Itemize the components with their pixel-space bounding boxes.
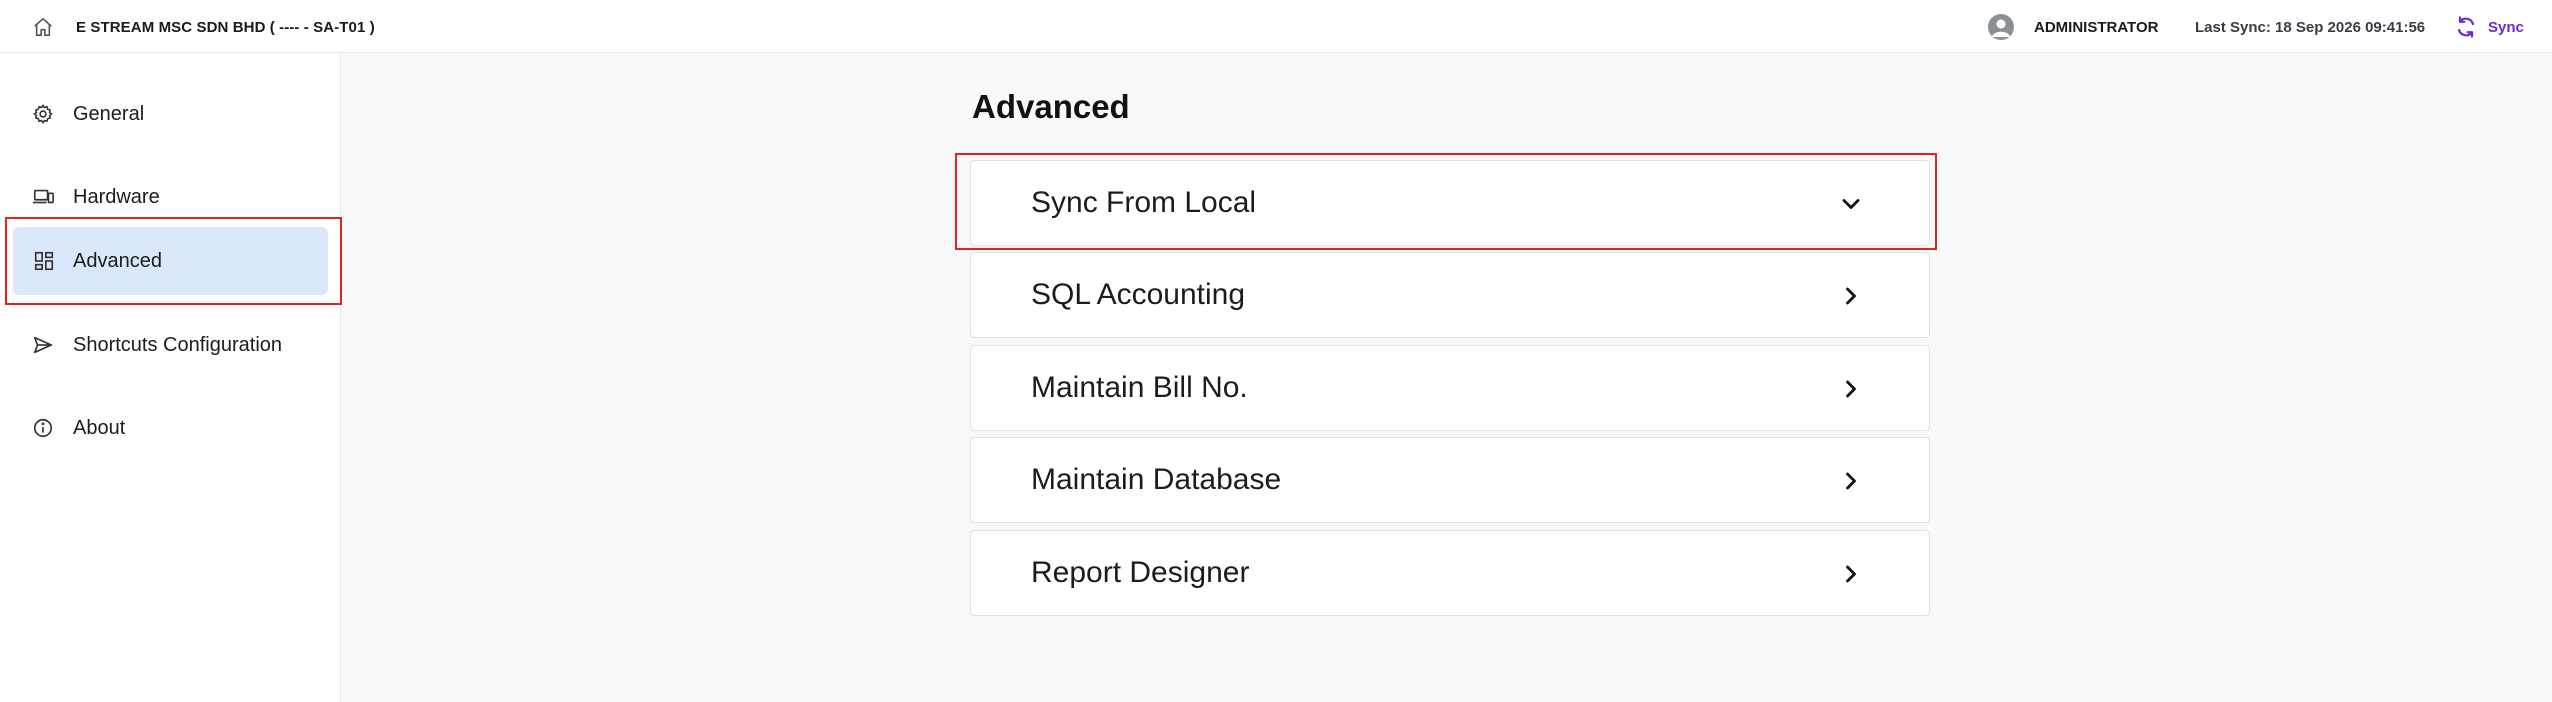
username[interactable]: ADMINISTRATOR xyxy=(2034,19,2158,36)
sidebar-item-label: General xyxy=(73,102,145,125)
section-maintain-database[interactable]: Maintain Database xyxy=(970,437,1930,523)
sidebar-item-label: About xyxy=(73,416,126,439)
section-label: SQL Accounting xyxy=(1031,278,1246,311)
section-label: Maintain Bill No. xyxy=(1031,371,1248,404)
chevron-right-icon xyxy=(1846,565,1856,583)
sidebar-item-shortcuts-configuration[interactable]: Shortcuts Configuration xyxy=(12,311,328,379)
section-report-designer[interactable]: Report Designer xyxy=(970,530,1930,616)
chevron-right-icon xyxy=(1846,380,1856,398)
chevron-right-icon xyxy=(1846,472,1856,490)
user-avatar-icon[interactable] xyxy=(1988,14,2014,40)
sidebar-item-label: Shortcuts Configuration xyxy=(73,333,283,356)
sync-icon xyxy=(2457,16,2475,38)
info-icon xyxy=(32,417,54,439)
sidebar-item-general[interactable]: General xyxy=(12,80,328,148)
sidebar-item-hardware[interactable]: Hardware xyxy=(12,163,328,231)
section-maintain-bill-no[interactable]: Maintain Bill No. xyxy=(970,345,1930,431)
sync-button[interactable]: Sync xyxy=(2454,13,2524,41)
gear-icon xyxy=(32,103,54,125)
sidebar-item-about[interactable]: About xyxy=(12,394,328,462)
chevron-right-icon xyxy=(1846,287,1856,305)
sidebar: General Hardware Advanced Shortcuts Conf… xyxy=(0,53,341,702)
section-sync-from-local[interactable]: Sync From Local xyxy=(970,160,1930,246)
home-icon[interactable] xyxy=(32,17,54,37)
dashboard-grid-icon xyxy=(33,250,55,272)
company-name: E STREAM MSC SDN BHD ( ---- - SA-T01 ) xyxy=(76,19,375,36)
section-label: Report Designer xyxy=(1031,556,1250,589)
send-icon xyxy=(32,334,54,356)
sidebar-item-advanced[interactable]: Advanced xyxy=(13,227,328,295)
top-bar: E STREAM MSC SDN BHD ( ---- - SA-T01 ) A… xyxy=(0,0,2552,53)
chevron-down-icon xyxy=(1842,199,1860,209)
devices-icon xyxy=(32,186,54,208)
section-label: Sync From Local xyxy=(1031,186,1257,219)
last-sync-status: Last Sync: 18 Sep 2026 09:41:56 xyxy=(2195,19,2426,36)
sync-label: Sync xyxy=(2488,18,2524,36)
page-title: Advanced xyxy=(972,88,1130,125)
sidebar-item-label: Advanced xyxy=(73,249,162,272)
sidebar-item-label: Hardware xyxy=(73,185,160,208)
section-sql-accounting[interactable]: SQL Accounting xyxy=(970,252,1930,338)
section-label: Maintain Database xyxy=(1031,463,1282,496)
